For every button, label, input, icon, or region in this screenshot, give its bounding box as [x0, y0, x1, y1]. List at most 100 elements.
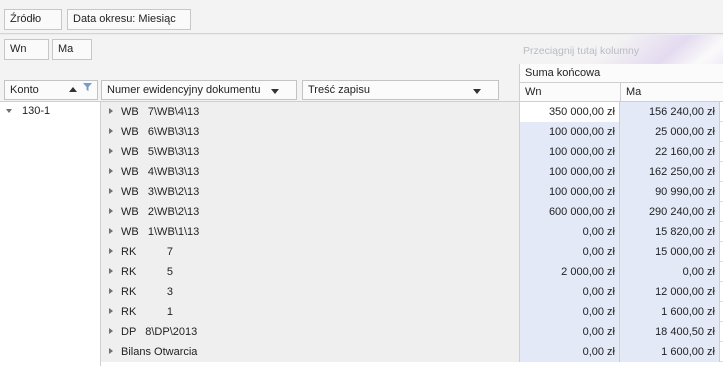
column-drop-hint: Przeciągnij tutaj kolumny — [523, 45, 640, 57]
filter-field-source[interactable]: Źródło — [4, 9, 62, 30]
expand-icon[interactable] — [109, 328, 113, 334]
ma-value-cell[interactable]: 156 240,00 zł — [620, 102, 720, 122]
column-header-wn[interactable]: Wn — [519, 83, 620, 102]
document-label: WB 1\WB\1\13 — [121, 226, 200, 238]
expand-icon[interactable] — [109, 308, 113, 314]
wn-value-cell[interactable]: 2 000,00 zł — [519, 262, 620, 282]
wn-value-cell[interactable]: 350 000,00 zł — [519, 102, 620, 122]
account-group-cell[interactable]: 130-1 — [0, 102, 101, 366]
filter-field-period[interactable]: Data okresu: Miesiąc — [67, 9, 191, 30]
document-cell: RK 3 — [101, 282, 519, 302]
collapse-icon[interactable] — [6, 109, 12, 113]
document-cell: RK 7 — [101, 242, 519, 262]
document-cell: WB 7\WB\4\13 — [101, 102, 519, 122]
dropdown-arrow-icon[interactable] — [473, 89, 481, 94]
document-cell: WB 5\WB\3\13 — [101, 142, 519, 162]
expand-icon[interactable] — [109, 348, 113, 354]
document-label: Bilans Otwarcia — [121, 346, 198, 358]
dropdown-arrow-icon[interactable] — [271, 89, 279, 94]
document-label: RK 7 — [121, 246, 173, 258]
sort-ascending-icon[interactable] — [69, 87, 77, 92]
pivot-grid: 130-1 WB 7\WB\4\13 350 000,00 zł 156 240… — [0, 102, 723, 366]
document-label: RK 3 — [121, 286, 173, 298]
wn-value-cell[interactable]: 100 000,00 zł — [519, 162, 620, 182]
document-cell: WB 2\WB\2\13 — [101, 202, 519, 222]
ma-value-cell[interactable]: 0,00 zł — [620, 262, 720, 282]
column-header-suma-koncowa[interactable]: Suma końcowa — [519, 64, 723, 83]
expand-icon[interactable] — [109, 248, 113, 254]
data-area: Wn Ma Przeciągnij tutaj kolumny — [0, 35, 723, 64]
table-row[interactable]: RK 3 0,00 zł 12 000,00 zł — [101, 282, 723, 302]
table-row[interactable]: WB 7\WB\4\13 350 000,00 zł 156 240,00 zł — [101, 102, 723, 122]
document-label: RK 5 — [121, 266, 173, 278]
ma-value-cell[interactable]: 15 000,00 zł — [620, 242, 720, 262]
wn-value-cell[interactable]: 0,00 zł — [519, 282, 620, 302]
wn-value-cell[interactable]: 100 000,00 zł — [519, 142, 620, 162]
row-field-konto[interactable]: Konto — [4, 80, 98, 100]
ma-value-cell[interactable]: 1 600,00 zł — [620, 342, 720, 362]
table-row[interactable]: RK 1 0,00 zł 1 600,00 zł — [101, 302, 723, 322]
wn-value-cell[interactable]: 0,00 zł — [519, 222, 620, 242]
table-row[interactable]: RK 5 2 000,00 zł 0,00 zł — [101, 262, 723, 282]
document-cell: RK 1 — [101, 302, 519, 322]
data-field-ma[interactable]: Ma — [52, 39, 92, 60]
table-row[interactable]: WB 3\WB\2\13 100 000,00 zł 90 990,00 zł — [101, 182, 723, 202]
document-label: WB 6\WB\3\13 — [121, 126, 200, 138]
wn-value-cell[interactable]: 100 000,00 zł — [519, 182, 620, 202]
expand-icon[interactable] — [109, 108, 113, 114]
wn-value-cell[interactable]: 0,00 zł — [519, 302, 620, 322]
document-cell: RK 5 — [101, 262, 519, 282]
ma-value-cell[interactable]: 290 240,00 zł — [620, 202, 720, 222]
filter-icon[interactable] — [83, 83, 92, 91]
row-field-document[interactable]: Numer ewidencyjny dokumentu — [101, 80, 297, 100]
expand-icon[interactable] — [109, 208, 113, 214]
table-row[interactable]: DP 8\DP\2013 0,00 zł 18 400,50 zł — [101, 322, 723, 342]
data-field-wn[interactable]: Wn — [4, 39, 49, 60]
ma-value-cell[interactable]: 90 990,00 zł — [620, 182, 720, 202]
wn-value-cell[interactable]: 0,00 zł — [519, 322, 620, 342]
ma-value-cell[interactable]: 22 160,00 zł — [620, 142, 720, 162]
document-cell: Bilans Otwarcia — [101, 342, 519, 362]
tresc-header-label: Treść zapisu — [308, 84, 370, 96]
ma-value-cell[interactable]: 12 000,00 zł — [620, 282, 720, 302]
header-area: Konto Numer ewidencyjny dokumentu Treść … — [0, 64, 723, 102]
document-label: WB 5\WB\3\13 — [121, 146, 200, 158]
column-header-ma[interactable]: Ma — [620, 83, 723, 102]
ma-value-cell[interactable]: 25 000,00 zł — [620, 122, 720, 142]
document-label: DP 8\DP\2013 — [121, 326, 198, 338]
expand-icon[interactable] — [109, 288, 113, 294]
filter-area: Źródło Data okresu: Miesiąc — [0, 0, 723, 34]
table-row[interactable]: WB 6\WB\3\13 100 000,00 zł 25 000,00 zł — [101, 122, 723, 142]
expand-icon[interactable] — [109, 268, 113, 274]
document-label: RK 1 — [121, 306, 173, 318]
wn-value-cell[interactable]: 600 000,00 zł — [519, 202, 620, 222]
document-cell: WB 4\WB\3\13 — [101, 162, 519, 182]
expand-icon[interactable] — [109, 228, 113, 234]
wn-value-cell[interactable]: 0,00 zł — [519, 242, 620, 262]
row-field-tresc[interactable]: Treść zapisu — [302, 80, 499, 100]
ma-value-cell[interactable]: 1 600,00 zł — [620, 302, 720, 322]
account-label: 130-1 — [22, 105, 51, 117]
table-row[interactable]: WB 2\WB\2\13 600 000,00 zł 290 240,00 zł — [101, 202, 723, 222]
wn-value-cell[interactable]: 0,00 zł — [519, 342, 620, 362]
wn-value-cell[interactable]: 100 000,00 zł — [519, 122, 620, 142]
ma-value-cell[interactable]: 15 820,00 zł — [620, 222, 720, 242]
ma-value-cell[interactable]: 18 400,50 zł — [620, 322, 720, 342]
expand-icon[interactable] — [109, 128, 113, 134]
document-label: WB 3\WB\2\13 — [121, 186, 200, 198]
table-row[interactable]: RK 7 0,00 zł 15 000,00 zł — [101, 242, 723, 262]
table-row[interactable]: Bilans Otwarcia 0,00 zł 1 600,00 zł — [101, 342, 723, 362]
table-row[interactable]: WB 5\WB\3\13 100 000,00 zł 22 160,00 zł — [101, 142, 723, 162]
document-label: WB 2\WB\2\13 — [121, 206, 200, 218]
expand-icon[interactable] — [109, 148, 113, 154]
document-label: WB 7\WB\4\13 — [121, 106, 200, 118]
ma-value-cell[interactable]: 162 250,00 zł — [620, 162, 720, 182]
expand-icon[interactable] — [109, 188, 113, 194]
document-cell: WB 6\WB\3\13 — [101, 122, 519, 142]
document-label: WB 4\WB\3\13 — [121, 166, 200, 178]
document-cell: WB 1\WB\1\13 — [101, 222, 519, 242]
table-row[interactable]: WB 1\WB\1\13 0,00 zł 15 820,00 zł — [101, 222, 723, 242]
expand-icon[interactable] — [109, 168, 113, 174]
table-row[interactable]: WB 4\WB\3\13 100 000,00 zł 162 250,00 zł — [101, 162, 723, 182]
document-header-label: Numer ewidencyjny dokumentu — [107, 84, 261, 96]
